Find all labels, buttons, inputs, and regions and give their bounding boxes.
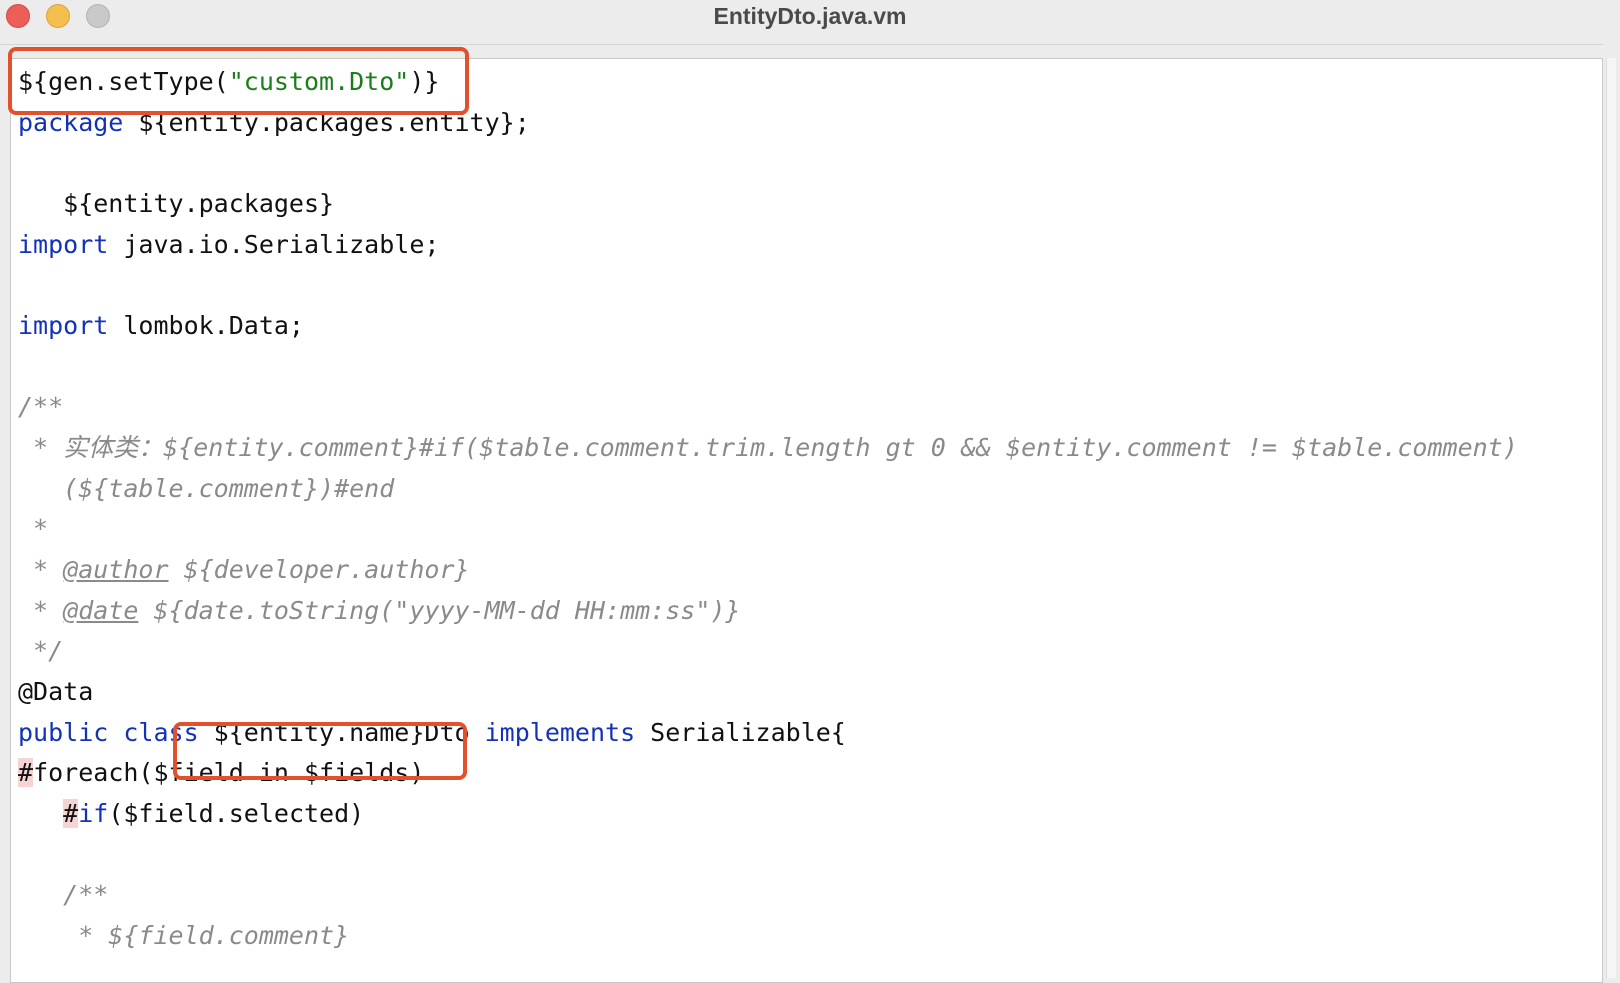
code-text: ${entity.packages.entity}; <box>123 108 530 137</box>
code-text: ($field.selected) <box>108 799 365 828</box>
code-line-14: * @date ${date.toString("yyyy-MM-dd HH:m… <box>18 590 740 632</box>
comment-text: ${date.toString("yyyy-MM-dd HH:mm:ss")} <box>138 596 741 625</box>
code-text: ${gen.setType( <box>18 67 229 96</box>
code-line-4: ${entity.packages} <box>18 183 334 225</box>
javadoc-tag: @author <box>63 555 169 584</box>
code-line-13: * @author ${developer.author} <box>18 549 470 591</box>
annotation: @Data <box>18 677 94 706</box>
comment-text: /** <box>18 880 109 909</box>
directive-marker: # <box>18 758 34 787</box>
directive-marker: # <box>63 799 79 828</box>
code-line-17: public class ${entity.name}Dto implement… <box>18 712 846 754</box>
code-text: lombok.Data; <box>108 311 304 340</box>
comment-text: * <box>18 596 64 625</box>
code-line-5: import java.io.Serializable; <box>18 224 439 266</box>
code-line-1: ${gen.setType("custom.Dto")} <box>18 61 439 103</box>
comment-text: */ <box>18 636 64 665</box>
code-line-11: (${table.comment})#end <box>18 468 394 510</box>
code-line-18: #foreach($field in $fields) <box>18 752 424 794</box>
comment-text: /** <box>18 392 64 421</box>
keyword: implements <box>484 718 636 747</box>
keyword: public class <box>18 718 199 747</box>
code-line-15: */ <box>18 630 63 672</box>
keyword: package <box>18 108 124 137</box>
code-line-21: /** <box>18 874 108 916</box>
code-line-2: package ${entity.packages.entity}; <box>18 102 530 144</box>
code-text: foreach($field in $fields) <box>33 758 425 787</box>
window-title: EntityDto.java.vm <box>713 3 907 29</box>
keyword: import <box>18 230 109 259</box>
keyword: if <box>78 799 109 828</box>
code-text: java.io.Serializable; <box>108 230 440 259</box>
code-text: Serializable{ <box>635 718 846 747</box>
comment-text: * <box>18 514 49 543</box>
scrollbar-track[interactable] <box>1606 58 1616 978</box>
code-line-19: #if($field.selected) <box>18 793 364 835</box>
code-line-16: @Data <box>18 671 93 713</box>
comment-text: ${developer.author} <box>168 555 470 584</box>
title-bar: EntityDto.java.vm <box>0 0 1620 45</box>
code-text: ${entity.name}Dto <box>198 718 485 747</box>
code-line-7: import lombok.Data; <box>18 305 304 347</box>
comment-text: * <box>18 555 64 584</box>
comment-text: * ${field.comment} <box>18 921 350 950</box>
code-text: ${entity.packages} <box>18 189 335 218</box>
code-text: )} <box>409 67 440 96</box>
code-line-12: * <box>18 508 48 550</box>
code-line-9: /** <box>18 386 63 428</box>
vertical-scrollbar[interactable] <box>1603 44 1620 978</box>
comment-text: (${table.comment})#end <box>18 474 395 503</box>
comment-text: * 实体类：${entity.comment}#if($table.commen… <box>18 433 1518 462</box>
keyword: import <box>18 311 109 340</box>
javadoc-tag: @date <box>63 596 139 625</box>
code-line-22: * ${field.comment} <box>18 915 349 957</box>
code-line-10: * 实体类：${entity.comment}#if($table.commen… <box>18 427 1518 469</box>
string-literal: "custom.Dto" <box>228 67 410 96</box>
